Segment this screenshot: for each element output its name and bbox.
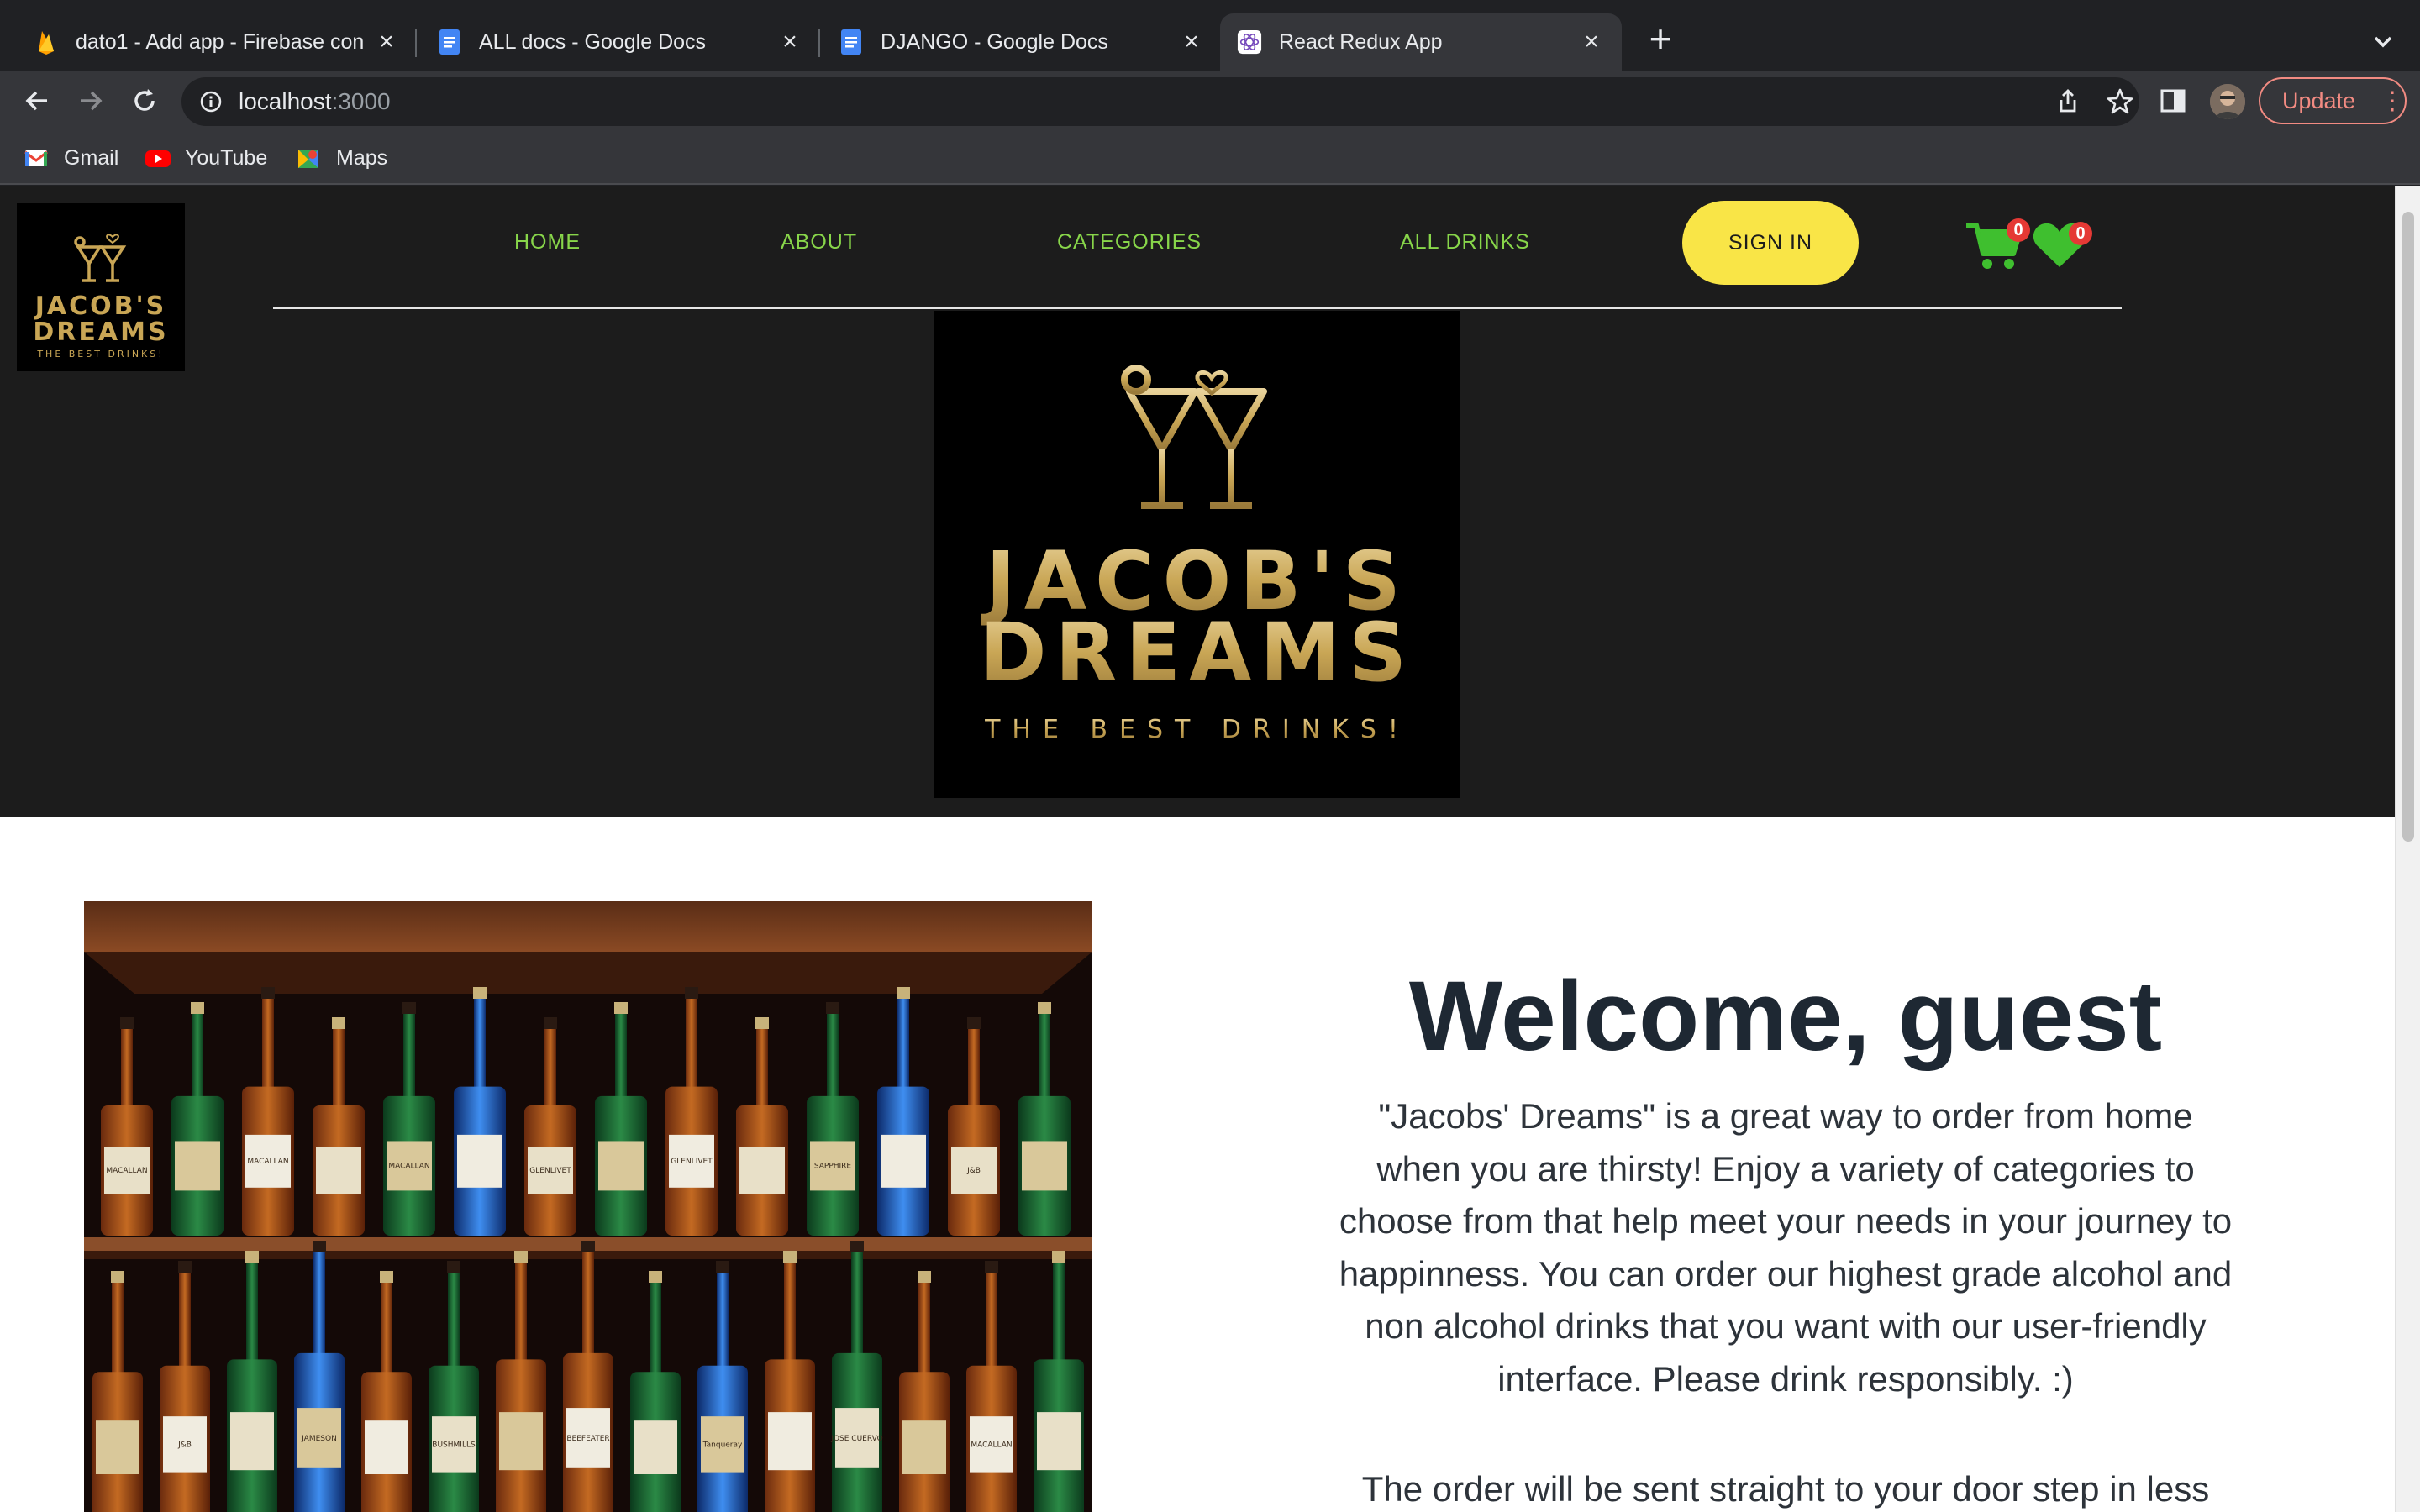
- site-info-icon[interactable]: [198, 89, 224, 114]
- bottle-label: MACALLAN: [247, 1158, 288, 1166]
- delivery-paragraph: The order will be sent straight to your …: [1361, 1469, 2210, 1509]
- bookmark-star-icon[interactable]: [2106, 87, 2134, 116]
- site-logo[interactable]: JACOB'S DREAMS THE BEST DRINKS!: [17, 203, 185, 371]
- page-viewport: JACOB'S DREAMS THE BEST DRINKS! HOME ABO…: [0, 186, 2395, 1512]
- update-label: Update: [2282, 87, 2356, 113]
- browser-toolbar: localhost:3000 Update ⋮: [0, 71, 2420, 131]
- intro-line: "Jacobs' Dreams" is a great way to order…: [1378, 1096, 2193, 1136]
- nav-divider: [273, 307, 2122, 309]
- google-docs-icon: [839, 29, 864, 55]
- bottle-label: BUSHMILLS: [432, 1441, 476, 1449]
- logo-tagline: THE BEST DRINKS!: [36, 349, 164, 360]
- bookmark-gmail[interactable]: Gmail: [24, 143, 118, 173]
- close-icon[interactable]: ×: [373, 29, 400, 55]
- tab-all-docs[interactable]: ALL docs - Google Docs ×: [403, 13, 820, 71]
- youtube-icon: [145, 145, 171, 171]
- url-host: localhost: [239, 88, 332, 114]
- update-button[interactable]: Update ⋮: [2259, 77, 2407, 124]
- bottle-label: Tanqueray: [702, 1441, 743, 1449]
- bottle-label: BEEFEATER: [566, 1435, 609, 1443]
- bookmark-label: Gmail: [64, 145, 119, 170]
- nav-home[interactable]: HOME: [514, 230, 581, 255]
- url-text: localhost:3000: [239, 88, 391, 115]
- url-port: :3000: [331, 88, 391, 114]
- more-menu-icon[interactable]: ⋮: [2380, 87, 2405, 116]
- browser-tab-strip: dato1 - Add app - Firebase con × ALL doc…: [0, 0, 2420, 76]
- close-icon[interactable]: ×: [1178, 29, 1205, 55]
- share-icon[interactable]: [2054, 87, 2082, 116]
- tab-firebase[interactable]: dato1 - Add app - Firebase con ×: [0, 13, 417, 71]
- intro-line: when you are thirsty! Enjoy a variety of…: [1376, 1148, 2195, 1189]
- hero-logo-tagline: THE BEST DRINKS!: [984, 715, 1410, 744]
- logo-line1: JACOB'S: [34, 291, 167, 321]
- tab-react-redux-app[interactable]: React Redux App ×: [1220, 13, 1622, 71]
- bookmark-youtube[interactable]: YouTube: [145, 143, 267, 173]
- page-scrollbar[interactable]: [2395, 186, 2420, 1512]
- side-panel-icon[interactable]: [2158, 86, 2188, 116]
- welcome-heading: Welcome, guest: [1408, 961, 2163, 1072]
- tab-django[interactable]: DJANGO - Google Docs ×: [805, 13, 1222, 71]
- forward-arrow-icon[interactable]: [72, 82, 109, 119]
- intro-line: choose from that help meet your needs in…: [1339, 1201, 2233, 1241]
- gmail-icon: [24, 145, 49, 171]
- bar-shelf-photo: MACALLAN MACALLAN MACALLAN GLENLIVET GLENLIV…: [84, 901, 1092, 1512]
- bottle-label: GLENLIVET: [671, 1158, 713, 1166]
- react-icon: [1237, 29, 1262, 55]
- nav-all-drinks[interactable]: ALL DRINKS: [1400, 230, 1530, 255]
- back-arrow-icon[interactable]: [18, 82, 55, 119]
- scrollbar-thumb[interactable]: [2402, 212, 2414, 842]
- sign-in-button[interactable]: SIGN IN: [1682, 201, 1859, 285]
- bottle-label: MACALLAN: [106, 1167, 147, 1175]
- bottle-label: J&B: [966, 1167, 981, 1175]
- reload-icon[interactable]: [126, 82, 163, 119]
- site-header: JACOB'S DREAMS THE BEST DRINKS! HOME ABO…: [0, 186, 2395, 817]
- profile-avatar[interactable]: [2210, 84, 2245, 119]
- new-tab-button[interactable]: +: [1642, 19, 1679, 59]
- nav-about[interactable]: ABOUT: [781, 230, 857, 255]
- intro-line: interface. Please drink responsibly. :): [1497, 1358, 2074, 1399]
- logo-line2: DREAMS: [33, 318, 168, 347]
- address-bar[interactable]: localhost:3000: [182, 77, 2139, 126]
- firebase-icon: [34, 29, 59, 55]
- hero-logo-line2: DREAMS: [980, 606, 1415, 700]
- bookmark-label: Maps: [336, 145, 388, 170]
- bottle-label: GLENLIVET: [529, 1167, 571, 1175]
- wishlist-count-badge: 0: [2069, 222, 2092, 245]
- nav-categories[interactable]: CATEGORIES: [1057, 230, 1202, 255]
- intro-line: non alcohol drinks that you want with ou…: [1365, 1306, 2207, 1346]
- close-icon[interactable]: ×: [1578, 29, 1605, 55]
- bottle-label: JOSE CUERVO: [830, 1435, 882, 1443]
- tab-title: ALL docs - Google Docs: [479, 29, 707, 54]
- bookmark-maps[interactable]: Maps: [296, 143, 387, 173]
- hero-logo: JACOB'S DREAMS THE BEST DRINKS!: [934, 311, 1460, 798]
- bottle-label: JAMESON: [301, 1435, 337, 1443]
- bookmark-label: YouTube: [185, 145, 268, 170]
- tab-title: dato1 - Add app - Firebase con: [76, 29, 365, 54]
- tab-title: DJANGO - Google Docs: [881, 29, 1108, 54]
- bookmarks-bar: Gmail YouTube Maps: [0, 131, 2420, 185]
- bottle-label: J&B: [177, 1441, 192, 1449]
- cart-count-badge: 0: [2007, 218, 2030, 242]
- maps-icon: [296, 145, 321, 171]
- bottle-label: MACALLAN: [388, 1163, 429, 1171]
- bottle-label: MACALLAN: [971, 1441, 1012, 1449]
- intro-line: happinness. You can order our highest gr…: [1339, 1253, 2233, 1294]
- bottle-label: SAPPHIRE: [814, 1163, 852, 1171]
- tab-title: React Redux App: [1279, 29, 1443, 54]
- close-icon[interactable]: ×: [776, 29, 803, 55]
- intro-paragraph: "Jacobs' Dreams" is a great way to order…: [1328, 1090, 2244, 1405]
- tab-search-chevron-icon[interactable]: [2366, 25, 2400, 59]
- google-docs-icon: [437, 29, 462, 55]
